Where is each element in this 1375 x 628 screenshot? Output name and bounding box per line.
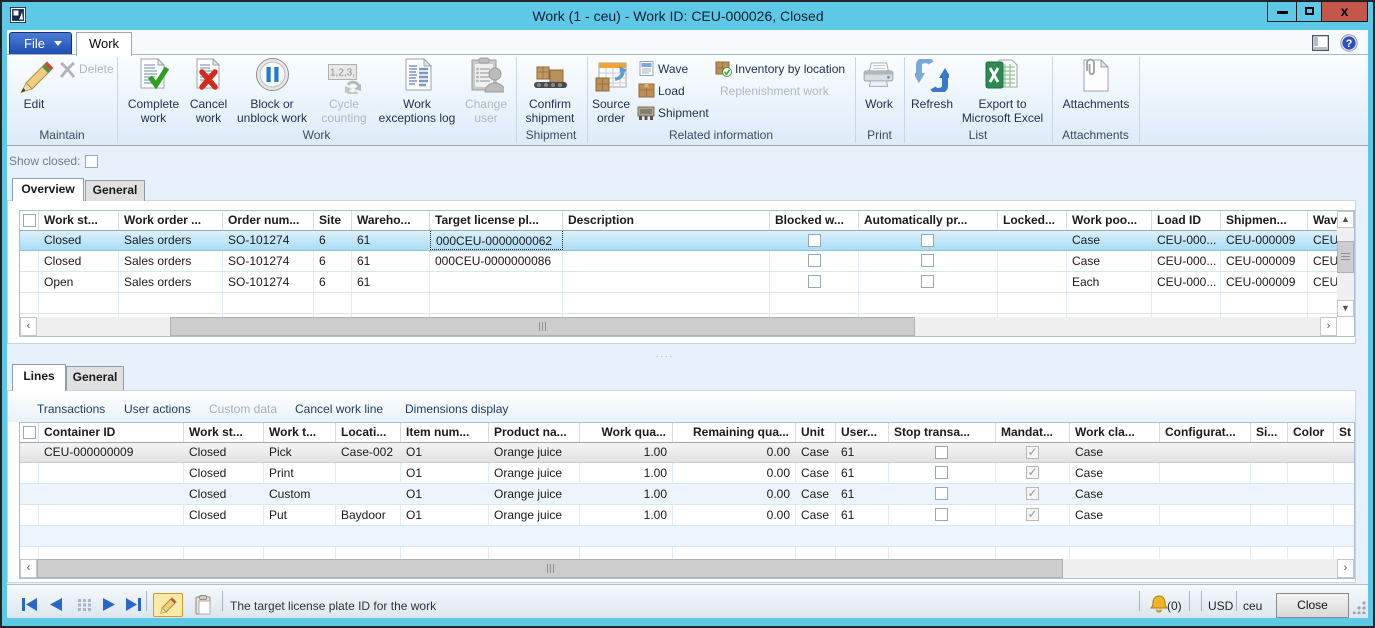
svg-text:1,2,3,: 1,2,3, bbox=[330, 68, 355, 79]
svg-text:?: ? bbox=[1346, 38, 1353, 50]
